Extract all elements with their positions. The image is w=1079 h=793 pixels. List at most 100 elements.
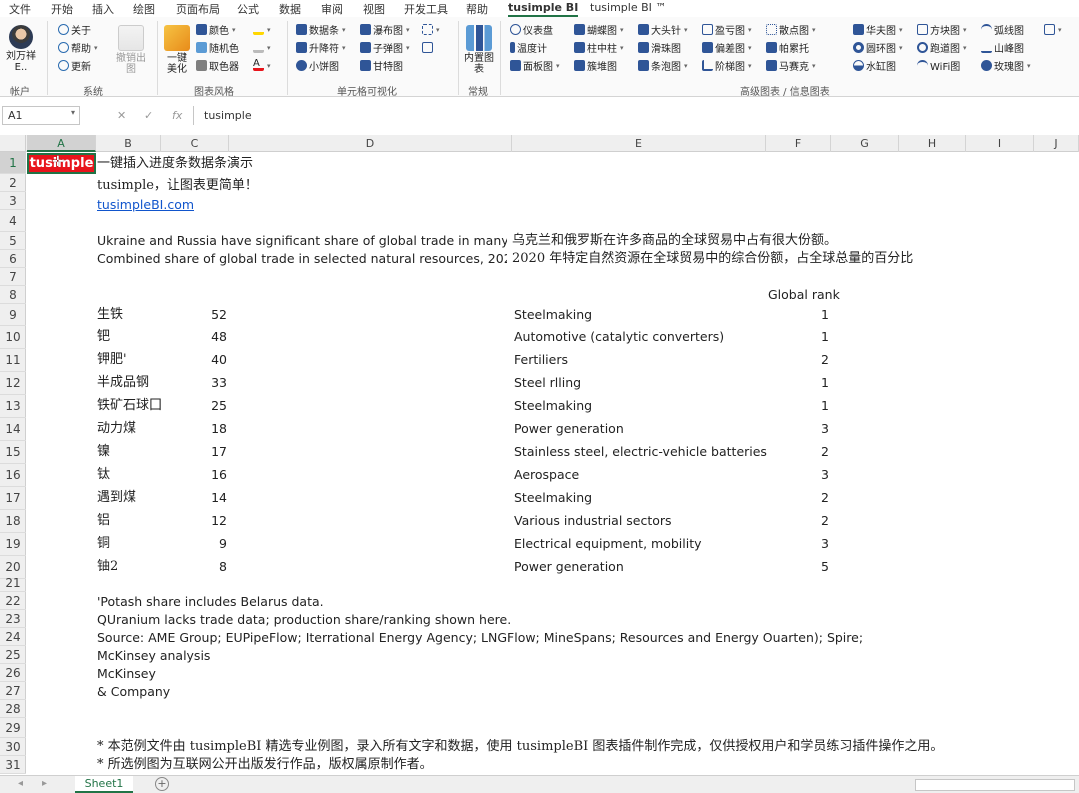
cell-commodity-name[interactable]: 铁矿石球囗 [97,397,162,415]
sheet-grid[interactable]: tusimple 一键插入进度条数据条演示 tusimple，让图表更简单！ t… [27,152,1079,774]
adv-more[interactable]: ▾ [1044,22,1062,37]
row-header[interactable]: 18 [0,510,26,533]
menu-page-layout[interactable]: 页面布局 [176,1,220,17]
row-header[interactable]: 12 [0,372,26,395]
col-header-a[interactable]: A [27,135,96,152]
function-icon[interactable]: fx [172,109,182,122]
cell-global-rank[interactable]: 2 [769,512,829,530]
select-all-corner[interactable] [0,135,26,152]
col-header-h[interactable]: H [899,135,966,152]
row-header[interactable]: 25 [0,646,26,664]
cell-footer-2[interactable]: * 所选例图为互联网公开出版发行作品，版权属原制作者。 [97,756,433,774]
adv-pareto[interactable]: 帕累托 [766,40,809,55]
row-header[interactable]: 26 [0,664,26,682]
cell-note[interactable]: McKinsey analysis [97,647,210,665]
undo-chart-button[interactable]: 撤销出图 [115,25,147,75]
cell-note[interactable]: QUranium lacks trade data; production sh… [97,611,511,629]
menu-home[interactable]: 开始 [51,1,73,17]
cell-global-rank[interactable]: 1 [769,374,829,392]
row-header[interactable]: 4 [0,210,26,232]
cell-share-value[interactable]: 17 [167,443,227,461]
cell-tagline[interactable]: tusimple，让图表更简单！ [97,177,258,195]
cell-global-rank[interactable]: 3 [769,466,829,484]
row-header[interactable]: 23 [0,610,26,628]
cellviz-extra-2[interactable] [422,40,433,55]
cell-commodity-name[interactable]: 钾肥' [97,351,127,369]
prev-sheet-icon[interactable]: ◂ [18,778,23,789]
cell-commodity-name[interactable]: 铝 [97,512,110,530]
col-header-j[interactable]: J [1034,135,1079,152]
cell-use[interactable]: Automotive (catalytic converters) [514,328,724,346]
cell-commodity-name[interactable]: 半成品钢 [97,374,149,392]
menu-formulas[interactable]: 公式 [237,1,259,17]
update-button[interactable]: 更新 [58,58,91,73]
font-color-button[interactable]: A ▾ [253,58,271,73]
confirm-icon[interactable]: ✓ [144,109,153,122]
cell-use[interactable]: Power generation [514,420,624,438]
cell-en-desc-2[interactable]: Combined share of global trade in select… [97,250,507,268]
adv-bar-bubble[interactable]: 条泡图 ▾ [638,58,688,73]
row-header[interactable]: 30 [0,738,26,756]
cell-use[interactable]: Stainless steel, electric-vehicle batter… [514,443,767,461]
adv-track[interactable]: 跑道图 ▾ [917,40,967,55]
cell-commodity-name[interactable]: 铜 [97,535,110,553]
cell-en-desc-1[interactable]: Ukraine and Russia have significant shar… [97,232,507,250]
cell-use[interactable]: Aerospace [514,466,579,484]
add-sheet-icon[interactable]: + [155,777,169,791]
row-header[interactable]: 2 [0,174,26,192]
row-header[interactable]: 5 [0,232,26,250]
adv-thermometer[interactable]: 温度计 [510,40,547,55]
cell-use[interactable]: Steelmaking [514,397,592,415]
col-header-i[interactable]: I [966,135,1034,152]
cell-global-rank[interactable]: 3 [769,535,829,553]
about-button[interactable]: 关于 [58,22,91,37]
help-button[interactable]: 帮助 ▾ [58,40,98,55]
adv-waffle[interactable]: 华夫图 ▾ [853,22,903,37]
adv-step[interactable]: 阶梯图 ▾ [702,58,752,73]
cell-global-rank[interactable]: 2 [769,443,829,461]
adv-profit-loss[interactable]: 盈亏图 ▾ [702,22,752,37]
row-header[interactable]: 16 [0,464,26,487]
cell-share-value[interactable]: 18 [167,420,227,438]
cell-global-rank[interactable]: 3 [769,420,829,438]
cell-footer-1[interactable]: * 本范例文件由 tusimpleBI 精选专业例图，录入所有文字和数据，使用 … [97,738,943,756]
menu-insert[interactable]: 插入 [92,1,114,17]
row-header[interactable]: 28 [0,700,26,718]
line-color-button[interactable]: ▾ [253,40,271,55]
adv-block[interactable]: 方块图 ▾ [917,22,967,37]
adv-wifi[interactable]: WiFi图 [917,58,960,73]
cell-note[interactable]: & Company [97,683,170,701]
adv-slider[interactable]: 滑珠图 [638,40,681,55]
color-picker-button[interactable]: 取色器 [196,58,239,73]
adv-gauge[interactable]: 仪表盘 [510,22,553,37]
menu-file[interactable]: 文件 [9,1,31,17]
cell-global-rank[interactable]: 2 [769,489,829,507]
menu-view[interactable]: 视图 [363,1,385,17]
color-button[interactable]: 颜色 ▾ [196,22,236,37]
cell-commodity-name[interactable]: 动力煤 [97,420,136,438]
row-header[interactable]: 1 [0,152,26,174]
adv-donut[interactable]: 圆环图 ▾ [853,40,903,55]
cell-use[interactable]: Power generation [514,558,624,576]
fill-color-button[interactable]: ▾ [253,22,271,37]
cell-cn-desc-2[interactable]: 2020 年特定自然资源在全球贸易中的综合份额，占全球总量的百分比 [512,250,913,268]
cancel-icon[interactable]: ✕ [117,109,126,122]
col-header-e[interactable]: E [512,135,766,152]
menu-draw[interactable]: 绘图 [133,1,155,17]
row-header[interactable]: 13 [0,395,26,418]
adv-arc[interactable]: 弧线图 [981,22,1024,37]
cell-commodity-name[interactable]: 生铁 [97,306,123,324]
row-header[interactable]: 9 [0,304,26,326]
cell-share-value[interactable]: 14 [167,489,227,507]
cell-commodity-name[interactable]: 钛 [97,466,110,484]
cell-share-value[interactable]: 9 [167,535,227,553]
menu-review[interactable]: 审阅 [321,1,343,17]
beautify-button[interactable]: 一键美化 [163,25,191,75]
cellviz-data-bar[interactable]: 数据条 ▾ [296,22,346,37]
cell-use[interactable]: Fertiliers [514,351,568,369]
col-header-f[interactable]: F [766,135,831,152]
menu-developer[interactable]: 开发工具 [404,1,448,17]
row-header[interactable]: 10 [0,326,26,349]
cell-note[interactable]: Source: AME Group; EUPipeFlow; Iterratio… [97,629,863,647]
row-header[interactable]: 24 [0,628,26,646]
